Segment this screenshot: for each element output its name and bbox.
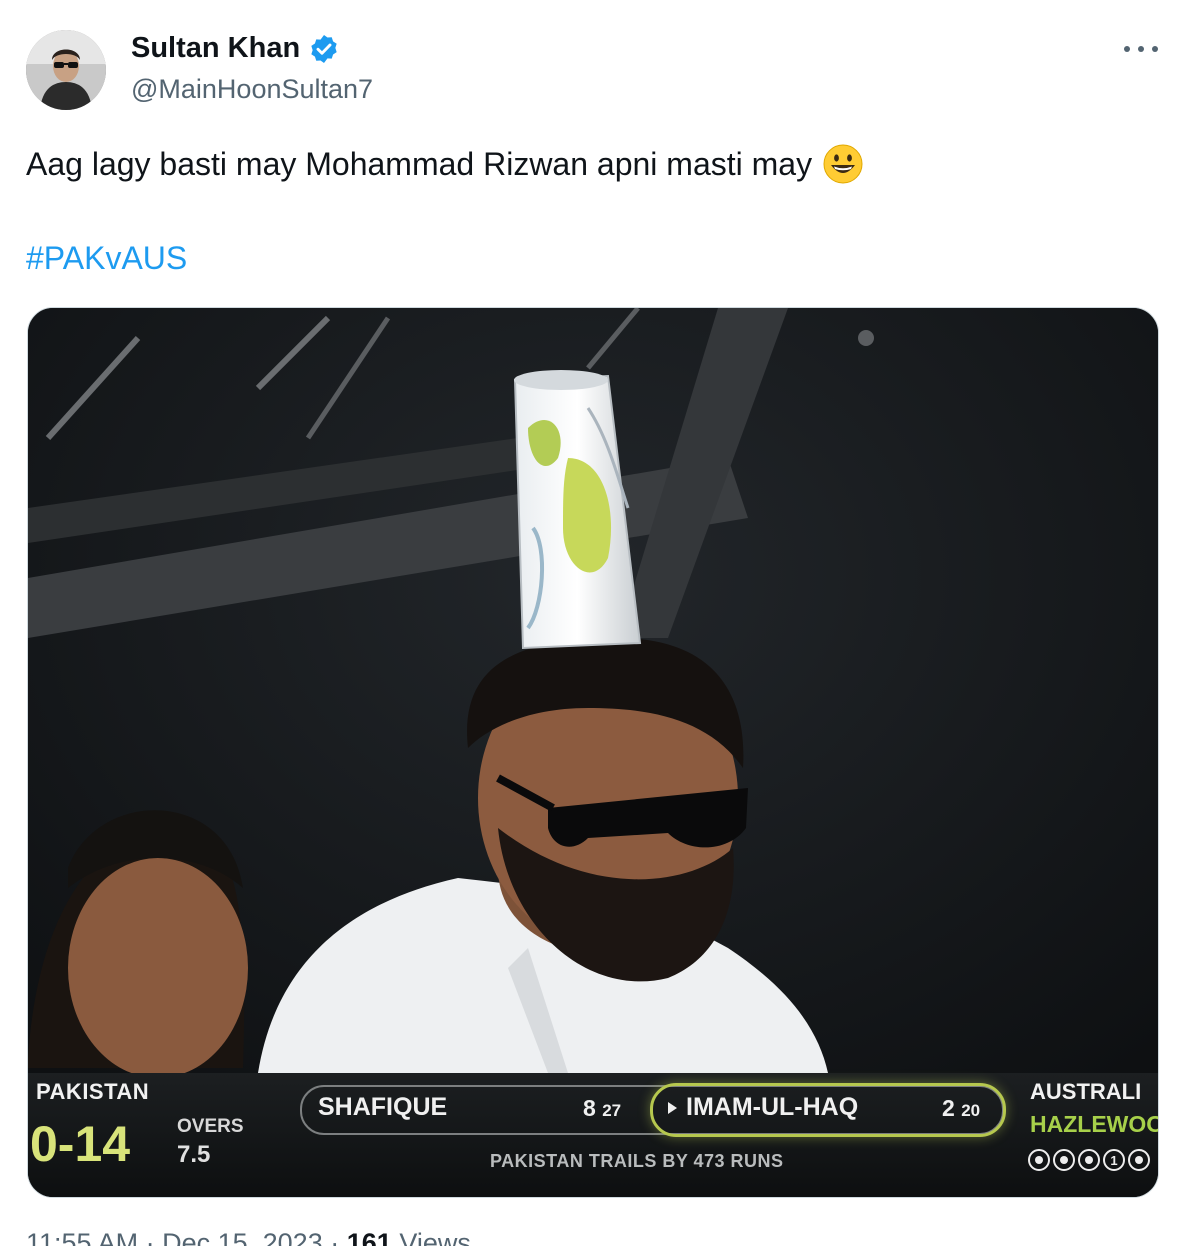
hashtag-link[interactable]: #PAKvAUS	[26, 240, 187, 277]
batter2-score: 2 20	[942, 1095, 980, 1122]
tweet: Sultan Khan @MainHoonSultan7 Aag lagy ba…	[0, 0, 1196, 1246]
meta-separator: ·	[330, 1228, 347, 1246]
media-image[interactable]: PAKISTAN 0-14 OVERS 7.5 SHAFIQUE 8 27 IM…	[27, 307, 1159, 1198]
overs-value: 7.5	[177, 1141, 211, 1168]
display-name-text[interactable]: Sultan Khan	[131, 32, 300, 65]
avatar[interactable]	[26, 30, 106, 110]
overs-label: OVERS	[177, 1116, 244, 1137]
batter1-score: 8 27	[583, 1095, 621, 1122]
striker-arrow-icon	[668, 1102, 677, 1114]
tweet-text-body: Aag lagy basti may Mohammad Rizwan apni …	[26, 145, 813, 182]
photo-illustration	[28, 308, 1158, 1197]
views-count: 161	[346, 1228, 392, 1246]
smiling-face-emoji-icon	[822, 143, 864, 185]
handle[interactable]: @MainHoonSultan7	[131, 74, 373, 105]
scoreboard: PAKISTAN 0-14 OVERS 7.5 SHAFIQUE 8 27 IM…	[28, 1073, 1158, 1197]
tweet-date[interactable]: Dec 15, 2023	[162, 1228, 323, 1246]
more-dot	[1152, 46, 1158, 52]
batter1-runs: 8	[583, 1095, 596, 1121]
batter2-runs: 2	[942, 1095, 955, 1121]
over-ball	[1078, 1149, 1100, 1171]
tweet-time[interactable]: 11:55 AM	[26, 1228, 138, 1246]
more-options-icon[interactable]	[1124, 36, 1158, 62]
over-ball	[1028, 1149, 1050, 1171]
match-situation-text: PAKISTAN TRAILS BY 473 RUNS	[490, 1151, 784, 1171]
team-left-score: 0-14	[30, 1116, 131, 1172]
batter1-name: SHAFIQUE	[318, 1093, 448, 1121]
team-left-name: PAKISTAN	[36, 1079, 150, 1104]
batter2-balls: 20	[961, 1101, 981, 1120]
batter1-balls: 27	[602, 1101, 622, 1120]
views-label: Views	[399, 1228, 471, 1246]
more-dot	[1138, 46, 1144, 52]
tweet-text: Aag lagy basti may Mohammad Rizwan apni …	[26, 143, 864, 185]
display-name[interactable]: Sultan Khan	[131, 32, 340, 65]
batter2-name: IMAM-UL-HAQ	[686, 1093, 859, 1121]
bowler-name: HAZLEWOOD	[1030, 1111, 1158, 1137]
verified-badge-icon	[308, 33, 340, 65]
team-right-name: AUSTRALI	[1030, 1079, 1142, 1104]
over-ball	[1128, 1149, 1150, 1171]
over-balls: 1	[1028, 1149, 1150, 1171]
tweet-meta: 11:55 AM · Dec 15, 2023 · 161 Views	[26, 1228, 471, 1246]
over-ball	[1053, 1149, 1075, 1171]
meta-separator: ·	[145, 1228, 163, 1246]
over-ball: 1	[1103, 1149, 1125, 1171]
more-dot	[1124, 46, 1130, 52]
